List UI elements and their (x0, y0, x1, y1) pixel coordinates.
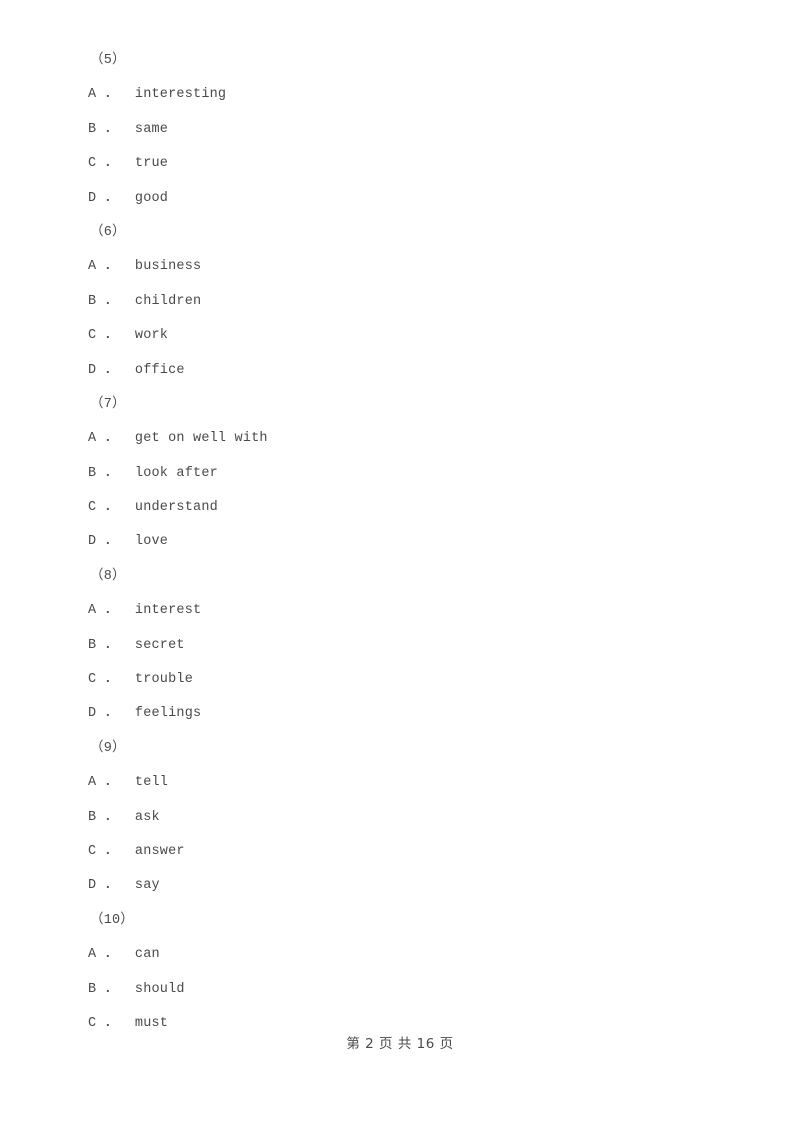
option-row[interactable]: C ． work (88, 319, 708, 353)
option-row[interactable]: D ． good (88, 182, 708, 216)
option-row[interactable]: D ． feelings (88, 697, 708, 731)
question-number: （9） (90, 740, 126, 756)
option-row[interactable]: A ． can (88, 938, 708, 972)
option-row[interactable]: D ． say (88, 869, 708, 903)
option-row[interactable]: A ． tell (88, 766, 708, 800)
option-row[interactable]: A ． business (88, 250, 708, 284)
page-footer: 第 2 页 共 16 页 (346, 1036, 454, 1052)
option-row[interactable]: C ． answer (88, 835, 708, 869)
question-number: （10） (90, 912, 135, 928)
option-row[interactable]: C ． understand (88, 491, 708, 525)
option-row[interactable]: B ． secret (88, 629, 708, 663)
document-page: （5） A ． interesting B ． same C ． true D … (0, 0, 800, 1132)
question-number: （8） (90, 568, 126, 584)
option-row[interactable]: B ． look after (88, 457, 708, 491)
option-row[interactable]: B ． ask (88, 801, 708, 835)
option-row[interactable]: C ． trouble (88, 663, 708, 697)
option-row[interactable]: A ． get on well with (88, 422, 708, 456)
question-number: （7） (90, 396, 126, 412)
option-row[interactable]: A ． interest (88, 594, 708, 628)
option-row[interactable]: B ． children (88, 285, 708, 319)
question-number: （5） (90, 53, 126, 68)
option-row[interactable]: D ． office (88, 354, 708, 388)
option-row[interactable]: B ． should (88, 973, 708, 1007)
question-number: （6） (90, 224, 126, 240)
option-row[interactable]: B ． same (88, 113, 708, 147)
option-row[interactable]: D ． love (88, 525, 708, 559)
option-row[interactable]: C ． true (88, 147, 708, 181)
question-list: （5） A ． interesting B ． same C ． true D … (88, 44, 708, 1041)
option-row[interactable]: A ． interesting (88, 78, 708, 112)
